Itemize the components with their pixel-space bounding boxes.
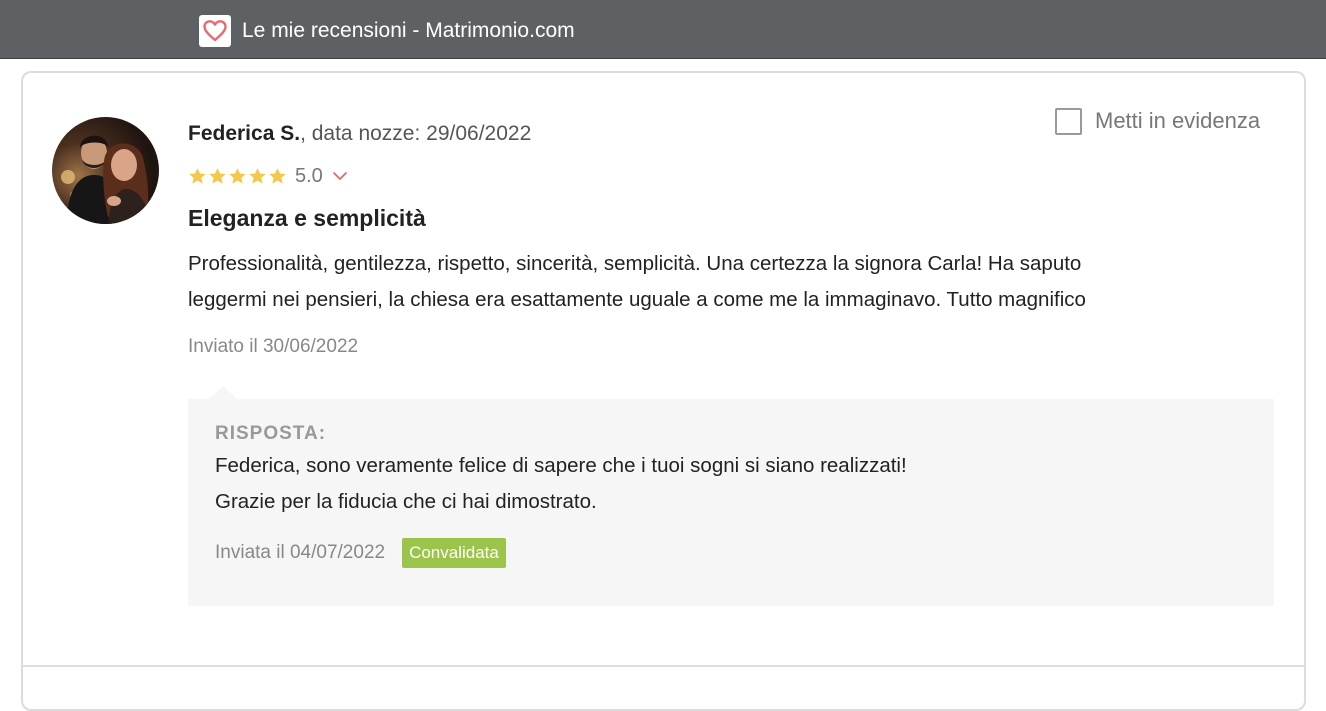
star-rating [188,167,287,186]
star-icon [189,167,206,184]
reply-footer: Inviata il 04/07/2022 Convalidata [215,538,506,568]
reply-box: RISPOSTA: Federica, sono veramente felic… [188,399,1274,606]
reply-body-line: Grazie per la fiducia che ci hai dimostr… [215,490,597,513]
reply-body: Federica, sono veramente felice di saper… [215,448,907,520]
feature-checkbox[interactable] [1055,107,1082,135]
reply-sent-date: Inviata il 04/07/2022 [215,542,386,563]
author-line: Federica S., data nozze: 29/06/2022 [188,121,531,147]
reply-pointer [208,386,238,400]
star-icon [229,167,246,184]
review-body-line: Professionalità, gentilezza, rispetto, s… [188,252,1082,275]
chevron-down-icon[interactable] [332,171,348,181]
reply-body-line: Federica, sono veramente felice di saper… [215,454,907,477]
avatar [52,117,159,224]
wedding-date: , data nozze: 29/06/2022 [300,122,532,145]
rating[interactable]: 5.0 [188,164,348,188]
star-icon [249,167,266,184]
star-icon [269,167,286,184]
review-sent-date: Inviato il 30/06/2022 [188,336,359,357]
feature-label: Metti in evidenza [1095,108,1261,133]
review-body: Professionalità, gentilezza, rispetto, s… [188,246,1268,318]
star-icon [209,167,226,184]
status-badge: Convalidata [402,538,506,568]
heart-logo-icon [199,15,231,47]
window-titlebar: Le mie recensioni - Matrimonio.com [0,0,1326,59]
feature-toggle[interactable]: Metti in evidenza [1055,106,1260,136]
window-title: Le mie recensioni - Matrimonio.com [242,19,575,42]
author-name: Federica S. [188,122,301,145]
reply-heading: RISPOSTA: [215,423,327,444]
review-body-line: leggermi nei pensieri, la chiesa era esa… [188,288,1086,311]
card-divider [22,665,1304,667]
rating-value: 5.0 [295,164,323,187]
review-title: Eleganza e semplicità [188,205,426,231]
